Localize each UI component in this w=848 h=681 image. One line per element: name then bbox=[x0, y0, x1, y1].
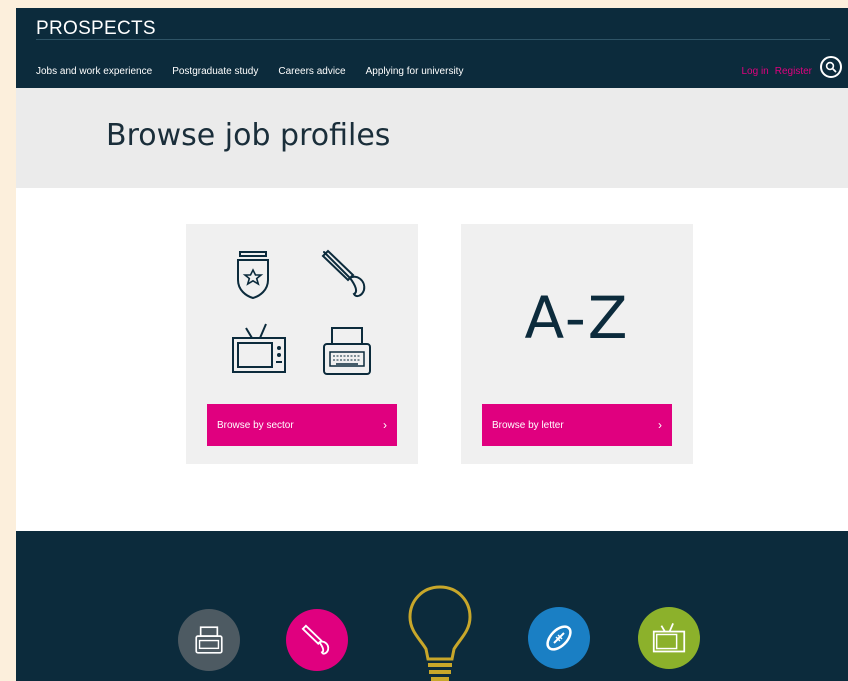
chevron-right-icon: › bbox=[383, 418, 387, 432]
footer-band bbox=[16, 531, 848, 681]
auth-links: Log in Register bbox=[742, 66, 813, 77]
login-link[interactable]: Log in bbox=[742, 66, 769, 77]
printer-icon bbox=[323, 327, 371, 375]
nav-postgraduate-study[interactable]: Postgraduate study bbox=[172, 66, 258, 77]
a-to-z-heading: A-Z bbox=[524, 284, 630, 352]
nav-jobs-work-experience[interactable]: Jobs and work experience bbox=[36, 66, 152, 77]
page-title: Browse job profiles bbox=[106, 118, 391, 153]
site-logo[interactable]: PROSPECTS bbox=[36, 18, 156, 40]
television-icon bbox=[652, 622, 686, 653]
sector-card: Browse by sector › bbox=[186, 224, 418, 464]
browse-by-letter-button[interactable]: Browse by letter › bbox=[482, 404, 672, 446]
footer-tv-circle bbox=[638, 607, 700, 669]
printer-icon bbox=[195, 626, 223, 654]
chevron-right-icon: › bbox=[658, 418, 662, 432]
paintbrush-icon bbox=[301, 624, 330, 655]
lightbulb-icon bbox=[408, 585, 472, 681]
site-header: PROSPECTS Jobs and work experience Postg… bbox=[16, 8, 848, 88]
paintbrush-icon bbox=[321, 249, 366, 298]
nav-careers-advice[interactable]: Careers advice bbox=[278, 66, 345, 77]
police-badge-icon bbox=[237, 251, 269, 300]
browse-by-sector-button[interactable]: Browse by sector › bbox=[207, 404, 397, 446]
hero-band: Browse job profiles bbox=[16, 88, 848, 188]
letter-card: A-Z Browse by letter › bbox=[461, 224, 693, 464]
footer-rugby-circle bbox=[528, 607, 590, 669]
register-link[interactable]: Register bbox=[775, 66, 812, 77]
nav-applying-university[interactable]: Applying for university bbox=[366, 66, 464, 77]
footer-printer-circle bbox=[178, 609, 240, 671]
browse-by-letter-label: Browse by letter bbox=[492, 419, 564, 431]
search-button[interactable] bbox=[820, 56, 842, 78]
header-divider bbox=[36, 39, 830, 40]
rugby-ball-icon bbox=[546, 625, 572, 651]
browse-by-sector-label: Browse by sector bbox=[217, 419, 294, 431]
television-icon bbox=[232, 323, 286, 373]
page-frame: PROSPECTS Jobs and work experience Postg… bbox=[16, 8, 848, 681]
footer-paintbrush-circle bbox=[286, 609, 348, 671]
main-nav: Jobs and work experience Postgraduate st… bbox=[36, 66, 463, 77]
search-icon bbox=[825, 61, 837, 73]
